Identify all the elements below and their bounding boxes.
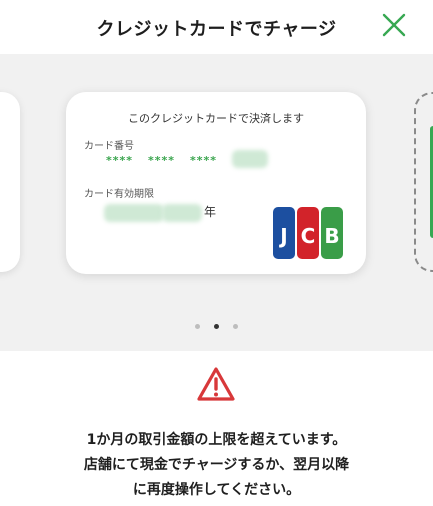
- close-icon[interactable]: [381, 12, 407, 38]
- warning-message-line: に再度操作してください。: [132, 482, 301, 498]
- card-carousel[interactable]: このクレジットカードで決済します カード番号 **** **** **** カー…: [0, 54, 433, 351]
- card-expiry-label: カード有効期限: [84, 189, 154, 200]
- masked-card-digits: [232, 150, 268, 168]
- warning-message-line: 1か月の取引金額の上限を超えています。: [86, 432, 347, 448]
- limit-warning: 1か月の取引金額の上限を超えています。 店舗にて現金でチャージするか、翌月以降 …: [0, 351, 433, 506]
- masked-expiry-month: [104, 204, 164, 222]
- card-heading: このクレジットカードで決済します: [128, 112, 304, 125]
- svg-text:B: B: [324, 224, 339, 248]
- card-number-group: ****: [190, 154, 218, 167]
- svg-text:C: C: [301, 224, 316, 248]
- previous-card[interactable]: [0, 92, 20, 272]
- page-dot[interactable]: [195, 324, 200, 329]
- svg-text:J: J: [278, 224, 287, 248]
- warning-triangle-icon: [197, 367, 235, 401]
- page-title: クレジットカードでチャージ: [96, 19, 337, 40]
- credit-card[interactable]: このクレジットカードで決済します カード番号 **** **** **** カー…: [66, 92, 366, 274]
- page-dot[interactable]: [233, 324, 238, 329]
- card-number-label: カード番号: [84, 141, 134, 152]
- page-dot-active[interactable]: [214, 324, 219, 329]
- add-card-placeholder[interactable]: [414, 92, 433, 272]
- jcb-logo-icon: J C B: [273, 207, 343, 259]
- expiry-year-suffix: 年: [204, 205, 217, 219]
- carousel-pagination: [0, 316, 433, 329]
- card-number-group: ****: [106, 154, 134, 167]
- masked-expiry-year: [162, 204, 202, 222]
- warning-message-line: 店舗にて現金でチャージするか、翌月以降: [83, 457, 350, 473]
- header: クレジットカードでチャージ: [0, 0, 433, 54]
- card-number-group: ****: [148, 154, 176, 167]
